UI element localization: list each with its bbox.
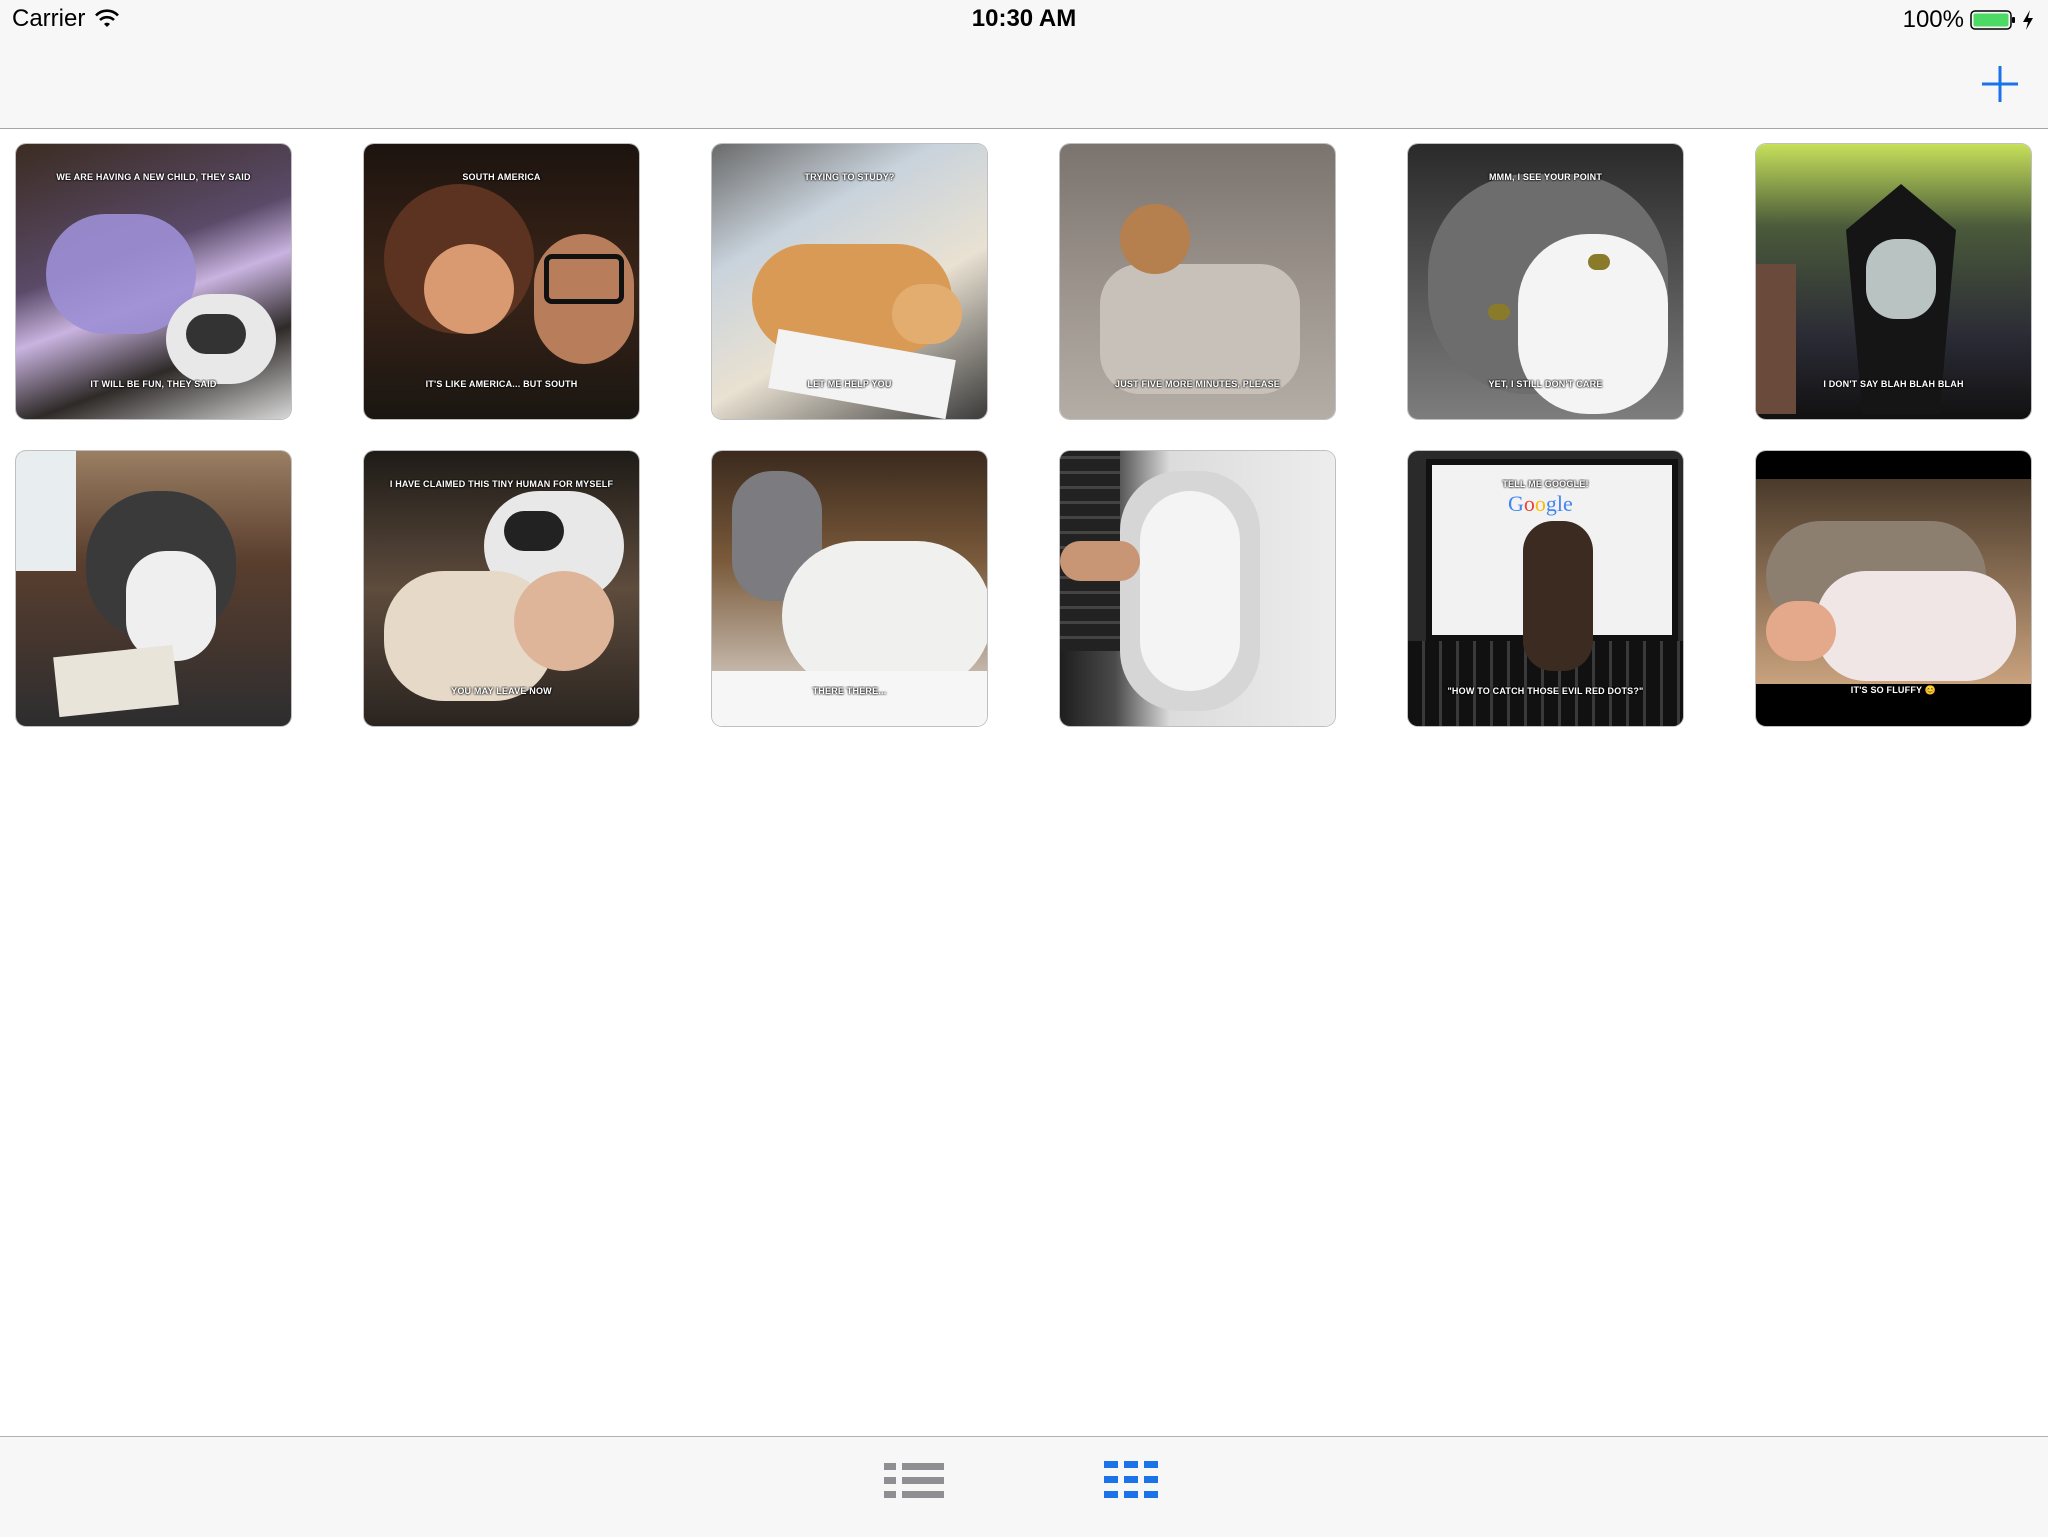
- tab-bar: [0, 1436, 2048, 1537]
- meme-top-caption: SOUTH AMERICA: [462, 172, 541, 182]
- meme-top-caption: MMM, I SEE YOUR POINT: [1488, 172, 1603, 182]
- meme-tile[interactable]: WE ARE HAVING A NEW CHILD, THEY SAID IT …: [16, 144, 291, 419]
- meme-tile[interactable]: I DON'T SAY BLAH BLAH BLAH: [1756, 144, 2031, 419]
- tab-list-view[interactable]: [874, 1449, 954, 1509]
- meme-top-caption: I HAVE CLAIMED THIS TINY HUMAN FOR MYSEL…: [389, 479, 614, 489]
- meme-tile[interactable]: SOUTH AMERICA IT'S LIKE AMERICA... BUT S…: [364, 144, 639, 419]
- meme-bottom-caption: LET ME HELP YOU: [807, 379, 892, 389]
- meme-tile[interactable]: [16, 451, 291, 726]
- meme-tile[interactable]: THERE THERE...: [712, 451, 987, 726]
- meme-tile[interactable]: MMM, I SEE YOUR POINT YET, I STILL DON'T…: [1408, 144, 1683, 419]
- meme-bottom-caption: YET, I STILL DON'T CARE: [1488, 379, 1603, 389]
- status-time: 10:30 AM: [971, 5, 1077, 32]
- meme-bottom-caption: IT'S SO FLUFFY 😊: [1850, 685, 1937, 695]
- charging-bolt-icon: [2023, 10, 2033, 30]
- meme-bottom-caption: YOU MAY LEAVE NOW: [451, 686, 552, 696]
- meme-tile[interactable]: IT'S SO FLUFFY 😊: [1756, 451, 2031, 726]
- meme-bottom-caption: IT'S LIKE AMERICA... BUT SOUTH: [425, 379, 578, 389]
- battery-percent: 100%: [1902, 6, 1964, 33]
- meme-bottom-caption: JUST FIVE MORE MINUTES, PLEASE: [1114, 379, 1281, 389]
- meme-tile[interactable]: Google TELL ME GOOGLE! "HOW TO CATCH THO…: [1408, 451, 1683, 726]
- add-meme-button[interactable]: [1974, 58, 2026, 110]
- battery-info: 100%: [1903, 6, 2034, 34]
- meme-tile[interactable]: TRYING TO STUDY? LET ME HELP YOU: [712, 144, 987, 419]
- grid-icon: [1104, 1461, 1158, 1498]
- list-icon: [884, 1463, 944, 1498]
- meme-bottom-caption: "HOW TO CATCH THOSE EVIL RED DOTS?": [1447, 686, 1644, 696]
- meme-top-caption: TRYING TO STUDY?: [804, 172, 895, 182]
- status-bar: Carrier 10:30 AM 100%: [0, 0, 2048, 40]
- tab-grid-view[interactable]: [1094, 1449, 1174, 1509]
- meme-tile[interactable]: JUST FIVE MORE MINUTES, PLEASE: [1060, 144, 1335, 419]
- meme-top-caption: TELL ME GOOGLE!: [1502, 479, 1589, 489]
- battery-icon: [1970, 10, 2015, 30]
- meme-tile[interactable]: [1060, 451, 1335, 726]
- meme-tile[interactable]: I HAVE CLAIMED THIS TINY HUMAN FOR MYSEL…: [364, 451, 639, 726]
- meme-top-caption: WE ARE HAVING A NEW CHILD, THEY SAID: [56, 172, 251, 182]
- plus-icon: [1982, 66, 2018, 102]
- meme-bottom-caption: THERE THERE...: [812, 686, 887, 696]
- meme-bottom-caption: IT WILL BE FUN, THEY SAID: [90, 379, 217, 389]
- meme-bottom-caption: I DON'T SAY BLAH BLAH BLAH: [1823, 379, 1964, 389]
- navigation-bar: [0, 40, 2048, 129]
